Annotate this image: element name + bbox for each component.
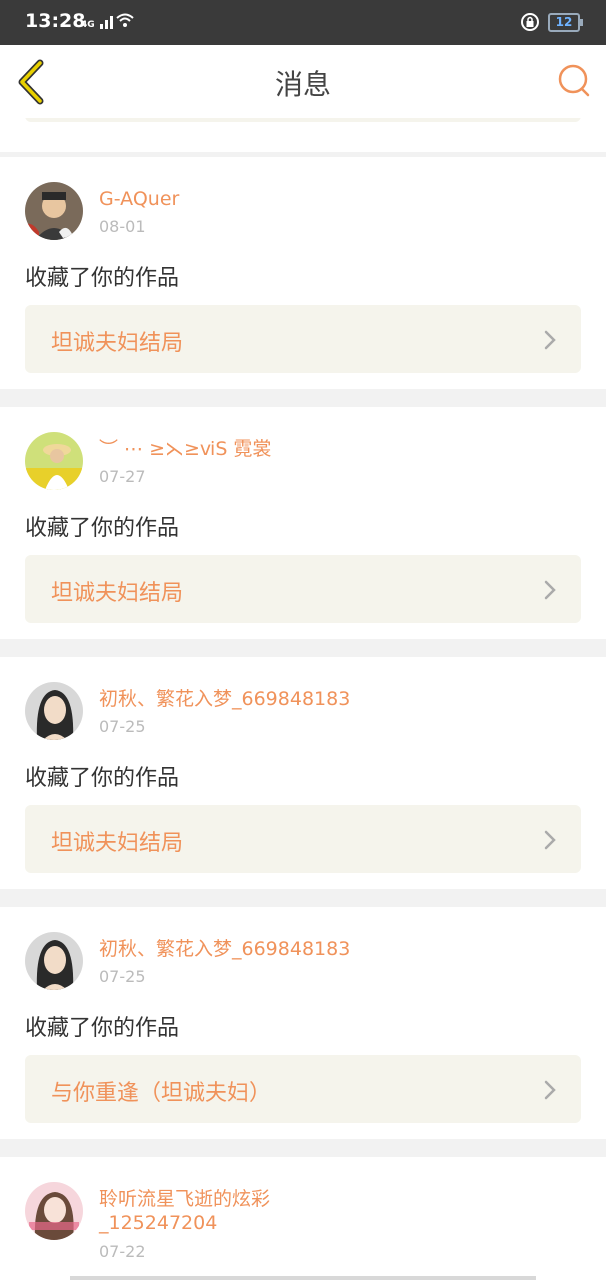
chevron-right-icon (544, 580, 556, 600)
avatar[interactable] (25, 932, 83, 990)
message-card: 初秋、繁花入梦_669848183 07-25 收藏了你的作品 与你重逢（坦诚夫… (0, 907, 606, 1139)
status-right: 12 (520, 12, 583, 32)
work-link[interactable]: 坦诚夫妇结局 (25, 805, 581, 873)
avatar[interactable] (25, 682, 83, 740)
work-title: 坦诚夫妇结局 (51, 581, 184, 606)
chevron-right-icon (544, 1080, 556, 1100)
message-card: 初秋、繁花入梦_669848183 07-25 收藏了你的作品 坦诚夫妇结局 (0, 657, 606, 889)
user-name[interactable]: ︶ ⋯ ≥⋋≥ⅵS 霓裳 (99, 437, 299, 461)
message-card: ︶ ⋯ ≥⋋≥ⅵS 霓裳 07-27 收藏了你的作品 坦诚夫妇结局 (0, 407, 606, 639)
status-bar: 13:28 4G 12 (0, 0, 606, 45)
work-link[interactable]: 坦诚夫妇结局 (25, 555, 581, 623)
user-name-line1: 聆听流星飞逝的炫彩 (99, 1188, 271, 1210)
message-date: 07-25 (99, 967, 146, 986)
message-card: G-AQuer 08-01 收藏了你的作品 坦诚夫妇结局 (0, 157, 606, 389)
signal-icon: 4G (81, 12, 134, 30)
page-title: 消息 (274, 68, 331, 101)
work-title: 坦诚夫妇结局 (51, 331, 184, 356)
search-button[interactable] (556, 63, 592, 99)
work-link[interactable]: 与你重逢（坦诚夫妇） (25, 1055, 581, 1123)
chevron-right-icon (544, 330, 556, 350)
rotation-lock-icon (521, 13, 539, 31)
bottom-handle (70, 1276, 536, 1280)
message-text: 收藏了你的作品 (25, 516, 180, 541)
chevron-right-icon (544, 830, 556, 850)
message-text: 收藏了你的作品 (25, 766, 180, 791)
message-text: 收藏了你的作品 (25, 266, 180, 291)
status-time: 13:28 (25, 10, 86, 32)
user-name[interactable]: G-AQuer (99, 187, 299, 211)
work-link[interactable]: 坦诚夫妇结局 (25, 305, 581, 373)
message-date: 07-27 (99, 467, 146, 486)
battery-icon: 12 (548, 12, 583, 32)
user-name[interactable]: 聆听流星飞逝的炫彩 _125247204 (99, 1187, 479, 1235)
search-icon (558, 64, 590, 97)
network-type: 4G (81, 20, 95, 30)
wifi-icon (99, 13, 134, 29)
message-text: 收藏了你的作品 (25, 1016, 180, 1041)
message-list: G-AQuer 08-01 收藏了你的作品 坦诚夫妇结局 ︶ ⋯ ≥⋋≥ⅵS 霓… (0, 118, 606, 1280)
work-title: 与你重逢（坦诚夫妇） (51, 1081, 272, 1106)
user-name-line2: _125247204 (99, 1212, 218, 1234)
user-name[interactable]: 初秋、繁花入梦_669848183 (99, 937, 479, 961)
avatar[interactable] (25, 182, 83, 240)
message-date: 07-22 (99, 1242, 146, 1261)
avatar[interactable] (25, 432, 83, 490)
previous-card-tail (0, 118, 606, 152)
message-date: 07-25 (99, 717, 146, 736)
avatar[interactable] (25, 1182, 83, 1240)
message-card: 聆听流星飞逝的炫彩 _125247204 07-22 (0, 1157, 606, 1280)
user-name[interactable]: 初秋、繁花入梦_669848183 (99, 687, 479, 711)
work-title: 坦诚夫妇结局 (51, 831, 184, 856)
battery-level: 12 (555, 15, 573, 29)
nav-bar: 消息 (0, 45, 606, 119)
message-date: 08-01 (99, 217, 146, 236)
